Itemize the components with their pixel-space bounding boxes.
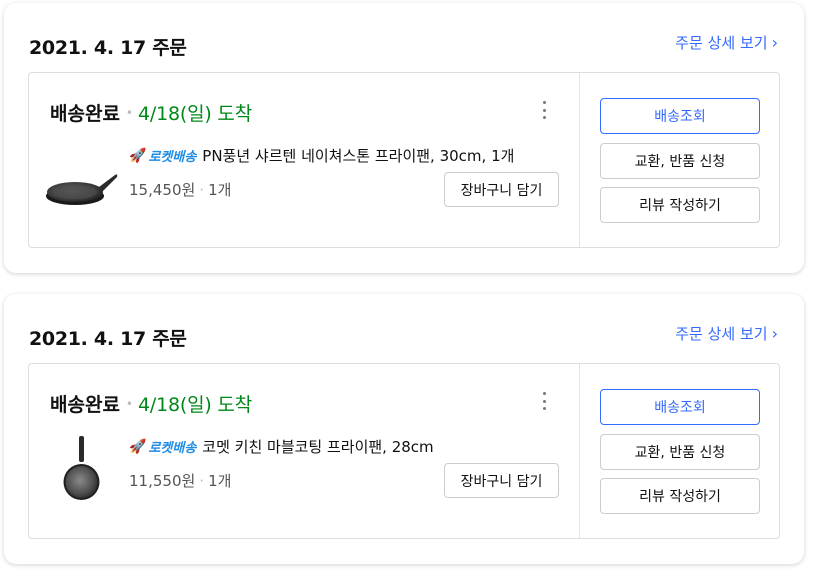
product-quantity: 1개 xyxy=(208,181,232,199)
delivery-status-row: 배송완료 • 4/18(일) 도착 xyxy=(50,390,252,417)
product-name[interactable]: 코멧 키친 마블코팅 프라이팬, 28cm xyxy=(202,436,433,457)
order-item-box: 배송완료 • 4/18(일) 도착 🚀 로켓배송 코멧 키친 마블코팅 프라이팬… xyxy=(28,363,780,539)
divider xyxy=(579,73,580,247)
separator-dot: · xyxy=(199,472,205,490)
exchange-return-button[interactable]: 교환, 반품 신청 xyxy=(600,143,760,179)
price-row: 15,450원 · 1개 xyxy=(129,179,231,200)
product-name[interactable]: PN풍년 샤르텐 네이쳐스톤 프라이팬, 30cm, 1개 xyxy=(202,145,514,166)
product-thumbnail[interactable] xyxy=(45,436,119,504)
rocket-delivery-badge: 로켓배송 xyxy=(148,441,197,456)
more-vertical-icon[interactable] xyxy=(535,99,553,121)
delivery-status: 배송완료 xyxy=(50,103,120,125)
divider xyxy=(579,364,580,538)
separator-dot: • xyxy=(125,396,133,411)
order-card: 2021. 4. 17 주문 주문 상세 보기 › 배송완료 • 4/18(일)… xyxy=(4,294,804,564)
track-delivery-button[interactable]: 배송조회 xyxy=(600,389,760,425)
delivery-status-row: 배송완료 • 4/18(일) 도착 xyxy=(50,99,252,126)
order-detail-link[interactable]: 주문 상세 보기 › xyxy=(675,32,778,53)
order-date: 2021. 4. 17 주문 xyxy=(29,328,187,350)
order-item-info: 배송완료 • 4/18(일) 도착 🚀 로켓배송 코멧 키친 마블코팅 프라이팬… xyxy=(29,364,579,538)
product-line: 🚀 로켓배송 코멧 키친 마블코팅 프라이팬, 28cm xyxy=(129,436,434,457)
rocket-icon: 🚀 xyxy=(129,147,147,164)
write-review-button[interactable]: 리뷰 작성하기 xyxy=(600,478,760,514)
product-quantity: 1개 xyxy=(208,472,232,490)
order-card: 2021. 4. 17 주문 주문 상세 보기 › 배송완료 • 4/18(일)… xyxy=(4,3,804,273)
chevron-right-icon: › xyxy=(771,323,778,343)
add-to-cart-button[interactable]: 장바구니 담기 xyxy=(444,463,559,498)
arrival-date: 4/18(일) 도착 xyxy=(138,103,252,125)
product-price: 15,450원 xyxy=(129,181,196,199)
track-delivery-button[interactable]: 배송조회 xyxy=(600,98,760,134)
order-detail-label: 주문 상세 보기 xyxy=(675,325,768,343)
rocket-icon: 🚀 xyxy=(129,438,147,455)
price-row: 11,550원 · 1개 xyxy=(129,470,231,491)
separator-dot: • xyxy=(125,105,133,120)
separator-dot: · xyxy=(199,181,205,199)
product-thumbnail[interactable] xyxy=(45,145,119,213)
chevron-right-icon: › xyxy=(771,32,778,52)
delivery-status: 배송완료 xyxy=(50,394,120,416)
rocket-delivery-badge: 로켓배송 xyxy=(148,150,197,165)
order-item-box: 배송완료 • 4/18(일) 도착 🚀 로켓배송 PN풍년 샤르텐 네이쳐스톤 … xyxy=(28,72,780,248)
arrival-date: 4/18(일) 도착 xyxy=(138,394,252,416)
product-line: 🚀 로켓배송 PN풍년 샤르텐 네이쳐스톤 프라이팬, 30cm, 1개 xyxy=(129,145,514,166)
write-review-button[interactable]: 리뷰 작성하기 xyxy=(600,187,760,223)
order-detail-label: 주문 상세 보기 xyxy=(675,34,768,52)
order-item-info: 배송완료 • 4/18(일) 도착 🚀 로켓배송 PN풍년 샤르텐 네이쳐스톤 … xyxy=(29,73,579,247)
add-to-cart-button[interactable]: 장바구니 담기 xyxy=(444,172,559,207)
more-vertical-icon[interactable] xyxy=(535,390,553,412)
order-detail-link[interactable]: 주문 상세 보기 › xyxy=(675,323,778,344)
order-date: 2021. 4. 17 주문 xyxy=(29,37,187,59)
exchange-return-button[interactable]: 교환, 반품 신청 xyxy=(600,434,760,470)
product-price: 11,550원 xyxy=(129,472,196,490)
